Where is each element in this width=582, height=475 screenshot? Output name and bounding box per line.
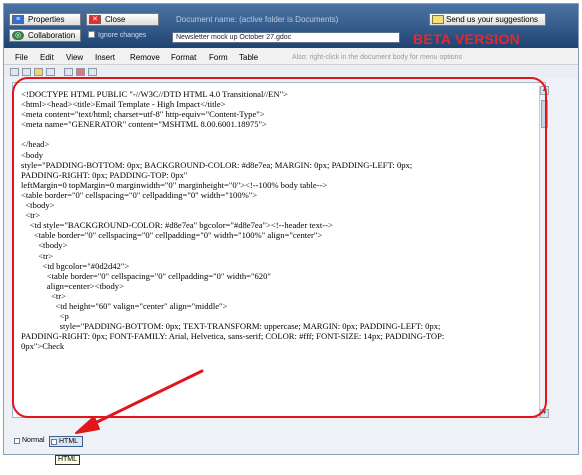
menu-form[interactable]: Form [209,53,228,62]
html-tooltip: HTML [55,455,80,465]
normal-view-icon [14,438,20,444]
ignore-changes-label: Ignore changes [98,32,147,39]
code-line: <body [21,149,44,160]
beta-badge: BETA VERSION [413,31,521,47]
menu-remove[interactable]: Remove [130,53,160,62]
code-line: <tr> [21,250,54,261]
tab-html[interactable]: HTML [49,436,83,447]
source-code[interactable]: <!DOCTYPE HTML PUBLIC "-//W3C//DTD HTML … [21,89,531,351]
tab-normal[interactable]: Normal [13,436,47,447]
code-line: style="PADDING-BOTTOM: 0px; BACKGROUND-C… [21,159,413,170]
code-line: PADDING-RIGHT: 0px; FONT-FAMILY: Arial, … [21,331,445,342]
editor-scrollbar[interactable]: ▲ ▼ [539,86,549,418]
code-line: 0px">Check [21,341,65,352]
code-line: leftMargin=0 topMargin=0 marginwidth="0"… [21,179,328,190]
menu-file[interactable]: File [15,53,28,62]
collaboration-label: Collaboration [28,31,76,40]
code-line: <html><head><title>Email Template - High… [21,99,226,110]
code-line: <meta content="text/html; charset=utf-8"… [21,109,265,120]
menu-bar: File Edit View Insert Remove Format Form… [4,50,578,65]
close-label: Close [105,15,126,24]
code-line: <td height="60" valign="center" align="m… [21,300,228,311]
envelope-icon [432,15,444,24]
find-icon[interactable] [46,68,55,76]
cut-icon[interactable] [10,68,19,76]
header-bar: ≡ Properties ✕ Close ◎ Collaboration Ign… [4,4,578,48]
scroll-thumb[interactable] [541,100,548,128]
collaboration-icon: ◎ [12,31,24,40]
code-line: PADDING-RIGHT: 0px; PADDING-TOP: 0px" [21,169,188,180]
code-line: <td bgcolor="#0d2d42"> [21,260,130,271]
suggestions-label: Send us your suggestions [446,15,539,24]
html-source-editor[interactable]: <!DOCTYPE HTML PUBLIC "-//W3C//DTD HTML … [12,82,546,418]
code-line: <td style="BACKGROUND-COLOR: #d8e7ea" bg… [21,220,333,231]
menu-view[interactable]: View [66,53,83,62]
collaboration-button[interactable]: ◎ Collaboration [9,29,81,42]
code-line: <!DOCTYPE HTML PUBLIC "-//W3C//DTD HTML … [21,89,288,99]
menu-table[interactable]: Table [239,53,258,62]
code-line: </head> [21,139,50,150]
tab-normal-label: Normal [22,437,45,444]
properties-icon: ≡ [12,15,24,24]
menu-format[interactable]: Format [171,53,196,62]
code-line: <meta name="GENERATOR" content="MSHTML 8… [21,119,267,130]
close-button[interactable]: ✕ Close [86,13,159,26]
code-line: <tbody> [21,240,68,251]
code-line: <p [21,311,69,322]
code-line: <tr> [21,210,41,221]
app-window: ≡ Properties ✕ Close ◎ Collaboration Ign… [3,3,579,455]
copy-icon[interactable] [22,68,31,76]
code-line: <tbody> [21,200,55,211]
redo-icon[interactable] [88,68,97,76]
document-name-field[interactable]: Newsletter mock up October 27.gdoc [172,32,400,43]
menu-edit[interactable]: Edit [40,53,54,62]
ignore-changes-checkbox[interactable] [88,31,95,38]
scroll-down-icon[interactable]: ▼ [540,409,549,418]
code-line: align=center><tbody> [21,280,124,291]
code-line: <table border="0" cellspacing="0" cellpa… [21,270,271,281]
close-icon: ✕ [89,15,101,24]
menu-hint: Also: right-click in the document body f… [292,54,463,61]
undo-icon[interactable] [64,68,73,76]
toolbar [4,66,578,78]
scroll-up-icon[interactable]: ▲ [540,86,549,95]
html-view-icon [51,439,57,445]
properties-button[interactable]: ≡ Properties [9,13,81,26]
document-name-label: Document name: (active folder is Documen… [176,15,339,24]
clear-format-icon[interactable] [76,68,85,76]
code-line: <tr> [21,290,67,301]
code-line: <table border="0" cellspacing="0" cellpa… [21,189,258,200]
suggestions-button[interactable]: Send us your suggestions [429,13,546,26]
code-line: <table border="0" cellspacing="0" cellpa… [21,230,323,241]
properties-label: Properties [28,15,65,24]
menu-insert[interactable]: Insert [95,53,115,62]
tab-html-label: HTML [59,438,79,445]
code-line: style="PADDING-BOTTOM: 0px; TEXT-TRANSFO… [21,321,441,332]
ignore-changes-option[interactable]: Ignore changes [88,31,146,39]
paste-icon[interactable] [34,68,43,76]
